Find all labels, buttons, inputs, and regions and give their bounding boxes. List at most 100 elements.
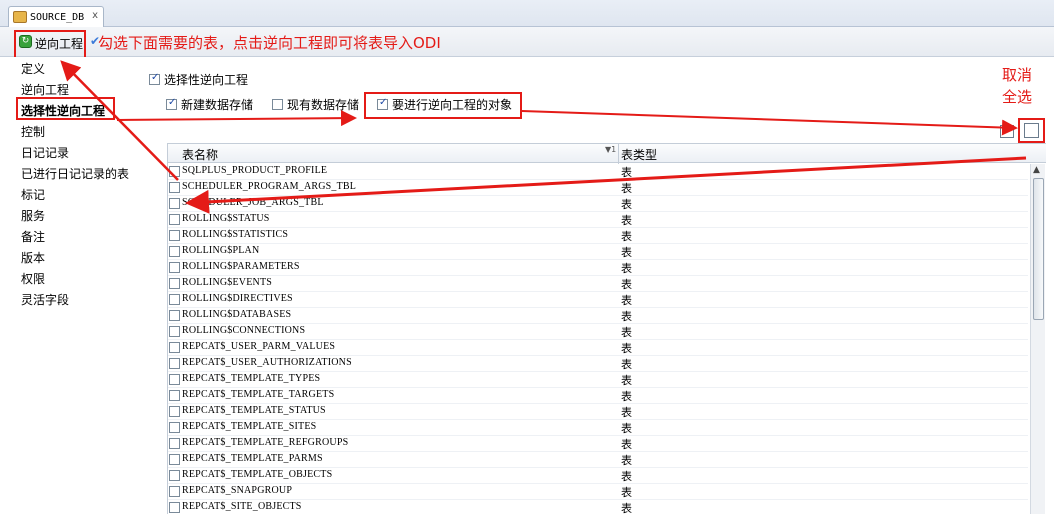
table-type-cell: 表 (621, 422, 632, 435)
tables-grid: 表名称 ▼1 表类型 SQLPLUS_PRODUCT_PROFILE 表 SCHED… (167, 143, 1046, 514)
table-row[interactable]: ROLLING$EVENTS 表 (168, 276, 1028, 292)
row-checkbox[interactable] (169, 454, 180, 465)
table-row[interactable]: REPCAT$_USER_AUTHORIZATIONS 表 (168, 356, 1028, 372)
nav-item-journalized-tables[interactable]: 已进行日记记录的表 (21, 164, 129, 184)
row-checkbox[interactable] (169, 310, 180, 321)
table-name-cell: REPCAT$_TEMPLATE_PARMS (182, 453, 323, 464)
table-name-cell: SCHEDULER_PROGRAM_ARGS_TBL (182, 181, 357, 192)
column-separator[interactable] (618, 144, 619, 164)
row-checkbox[interactable] (169, 358, 180, 369)
new-datastores-checkbox[interactable] (166, 97, 177, 110)
table-row[interactable]: REPCAT$_TEMPLATE_SITES 表 (168, 420, 1028, 436)
close-icon[interactable]: x (92, 10, 98, 21)
select-all-checkbox[interactable] (1000, 123, 1014, 138)
scrollbar-thumb[interactable] (1033, 178, 1044, 320)
table-row[interactable]: SCHEDULER_PROGRAM_ARGS_TBL 表 (168, 180, 1028, 196)
row-checkbox[interactable] (169, 262, 180, 273)
table-name-cell: REPCAT$_TEMPLATE_TARGETS (182, 389, 335, 400)
table-name-cell: ROLLING$PARAMETERS (182, 261, 300, 272)
table-row[interactable]: REPCAT$_SNAPGROUP 表 (168, 484, 1028, 500)
table-type-cell: 表 (621, 486, 632, 499)
table-row[interactable]: ROLLING$CONNECTIONS 表 (168, 324, 1028, 340)
table-name-cell: SQLPLUS_PRODUCT_PROFILE (182, 165, 328, 176)
table-type-cell: 表 (621, 374, 632, 387)
toolbar: ↻ 逆向工程 ✔ 勾选下面需要的表，点击逆向工程即可将表导入ODI (0, 27, 1054, 64)
nav-item-flexfields[interactable]: 灵活字段 (21, 290, 69, 310)
arrow-to-deselect-all (521, 110, 1018, 136)
table-row[interactable]: REPCAT$_USER_PARM_VALUES 表 (168, 340, 1028, 356)
table-row[interactable]: ROLLING$PARAMETERS 表 (168, 260, 1028, 276)
reverse-engineer-icon: ↻ (19, 35, 32, 48)
existing-datastores-option[interactable]: 现有数据存储 (272, 96, 359, 113)
nav-item-journalizing[interactable]: 日记记录 (21, 143, 69, 163)
nav-item-markers[interactable]: 标记 (21, 185, 45, 205)
row-checkbox[interactable] (169, 230, 180, 241)
row-checkbox[interactable] (169, 406, 180, 417)
row-checkbox[interactable] (169, 246, 180, 257)
table-type-cell: 表 (621, 342, 632, 355)
row-checkbox[interactable] (169, 182, 180, 193)
table-type-cell: 表 (621, 310, 632, 323)
existing-datastores-checkbox[interactable] (272, 99, 283, 110)
table-name-cell: REPCAT$_USER_PARM_VALUES (182, 341, 336, 352)
table-row[interactable]: ROLLING$DATABASES 表 (168, 308, 1028, 324)
table-name-cell: REPCAT$_TEMPLATE_REFGROUPS (182, 437, 349, 448)
table-type-cell: 表 (621, 326, 632, 339)
row-checkbox[interactable] (169, 470, 180, 481)
table-row[interactable]: REPCAT$_TEMPLATE_STATUS 表 (168, 404, 1028, 420)
tab-label: SOURCE_DB (30, 11, 85, 23)
nav-item-privileges[interactable]: 权限 (21, 269, 45, 289)
table-row[interactable]: REPCAT$_SITE_OBJECTS 表 (168, 500, 1028, 514)
table-row[interactable]: ROLLING$STATUS 表 (168, 212, 1028, 228)
table-row[interactable]: REPCAT$_TEMPLATE_TARGETS 表 (168, 388, 1028, 404)
row-checkbox[interactable] (169, 214, 180, 225)
column-header-table-type[interactable]: 表类型 (621, 146, 657, 163)
nav-item-notes[interactable]: 备注 (21, 227, 45, 247)
selective-reverse-option[interactable]: 选择性逆向工程 (149, 71, 248, 88)
table-row[interactable]: REPCAT$_TEMPLATE_OBJECTS 表 (168, 468, 1028, 484)
new-datastores-label: 新建数据存储 (181, 98, 254, 112)
row-checkbox[interactable] (169, 438, 180, 449)
row-checkbox[interactable] (169, 502, 180, 513)
row-checkbox[interactable] (169, 278, 180, 289)
table-row[interactable]: ROLLING$STATISTICS 表 (168, 228, 1028, 244)
table-row[interactable]: SCHEDULER_JOB_ARGS_TBL 表 (168, 196, 1028, 212)
table-name-cell: ROLLING$STATISTICS (182, 229, 289, 240)
row-checkbox[interactable] (169, 422, 180, 433)
row-checkbox[interactable] (169, 198, 180, 209)
table-type-cell: 表 (621, 198, 632, 211)
row-checkbox[interactable] (169, 374, 180, 385)
nav-item-version[interactable]: 版本 (21, 248, 45, 268)
table-row[interactable]: REPCAT$_TEMPLATE_TYPES 表 (168, 372, 1028, 388)
selective-reverse-checkbox[interactable] (149, 72, 160, 85)
scroll-up-icon[interactable]: ▲ (1033, 165, 1040, 175)
table-name-cell: REPCAT$_TEMPLATE_TYPES (182, 373, 321, 384)
table-row[interactable]: REPCAT$_TEMPLATE_PARMS 表 (168, 452, 1028, 468)
row-checkbox[interactable] (169, 294, 180, 305)
table-row[interactable]: SQLPLUS_PRODUCT_PROFILE 表 (168, 164, 1028, 180)
table-row[interactable]: ROLLING$PLAN 表 (168, 244, 1028, 260)
vertical-scrollbar[interactable]: ▲ (1030, 164, 1045, 514)
row-checkbox[interactable] (169, 166, 180, 177)
table-name-cell: REPCAT$_SITE_OBJECTS (182, 501, 302, 512)
table-header: 表名称 ▼1 表类型 (168, 143, 1046, 164)
table-name-cell: ROLLING$EVENTS (182, 277, 273, 288)
table-row[interactable]: REPCAT$_TEMPLATE_REFGROUPS 表 (168, 436, 1028, 452)
table-type-cell: 表 (621, 294, 632, 307)
table-row[interactable]: ROLLING$DIRECTIVES 表 (168, 292, 1028, 308)
nav-highlight-box (16, 97, 115, 120)
new-datastores-option[interactable]: 新建数据存储 (166, 96, 253, 113)
table-type-cell: 表 (621, 214, 632, 227)
nav-item-definition[interactable]: 定义 (21, 59, 45, 79)
nav-item-control[interactable]: 控制 (21, 122, 45, 142)
row-checkbox[interactable] (169, 326, 180, 337)
row-checkbox[interactable] (169, 486, 180, 497)
tab-source-db[interactable]: SOURCE_DB x (8, 6, 104, 27)
column-header-table-name[interactable]: 表名称 (182, 146, 218, 163)
row-checkbox[interactable] (169, 342, 180, 353)
row-checkbox[interactable] (169, 390, 180, 401)
cancel-annotation-line1: 取消 (1002, 66, 1033, 84)
database-icon (13, 11, 27, 23)
table-type-cell: 表 (621, 390, 632, 403)
nav-item-services[interactable]: 服务 (21, 206, 45, 226)
